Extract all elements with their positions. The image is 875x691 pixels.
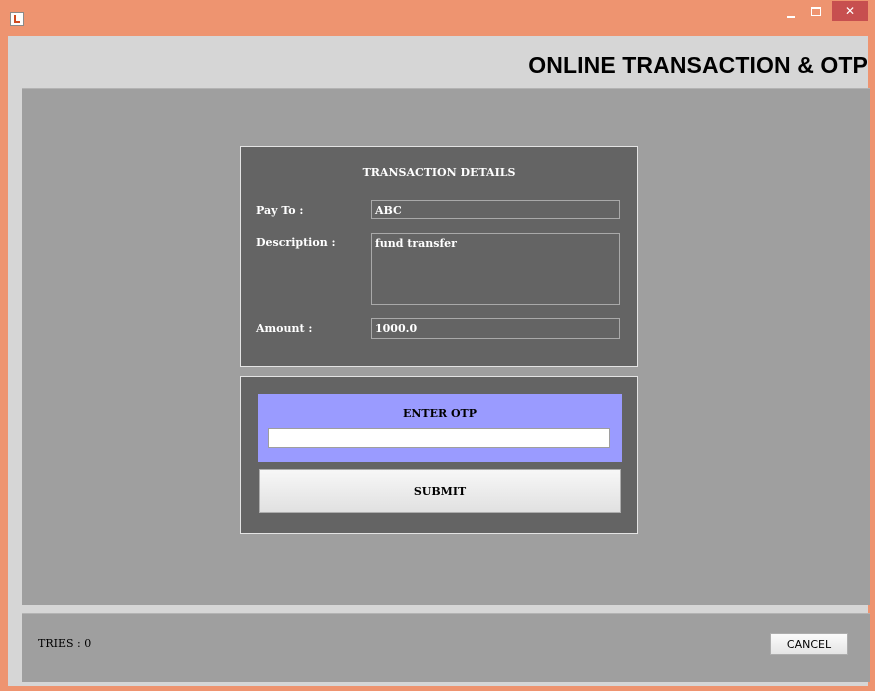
close-icon[interactable]: ✕ (832, 1, 868, 21)
app-window: ONLINE TRANSACTION & OTP TRANSACTION DET… (8, 36, 870, 686)
tries-counter: TRIES : 0 (38, 637, 92, 650)
otp-input[interactable] (268, 428, 610, 448)
title-bar: ✕ (0, 0, 875, 36)
main-panel: TRANSACTION DETAILS Pay To : ABC Descrip… (22, 88, 870, 605)
maximize-icon[interactable] (809, 6, 823, 20)
minimize-icon[interactable] (785, 6, 799, 20)
description-field[interactable]: fund transfer (371, 233, 620, 305)
pay-to-field[interactable]: ABC (371, 200, 620, 219)
java-app-icon[interactable] (10, 12, 24, 26)
otp-card: ENTER OTP SUBMIT (240, 376, 638, 534)
submit-button[interactable]: SUBMIT (259, 469, 621, 513)
page-title: ONLINE TRANSACTION & OTP (528, 52, 868, 78)
amount-field[interactable]: 1000.0 (371, 318, 620, 339)
transaction-details-card: TRANSACTION DETAILS Pay To : ABC Descrip… (240, 146, 638, 367)
status-panel: TRIES : 0 CANCEL (22, 613, 870, 682)
pay-to-label: Pay To : (256, 204, 304, 217)
otp-entry-area: ENTER OTP (258, 394, 622, 462)
otp-title: ENTER OTP (402, 407, 478, 420)
cancel-button[interactable]: CANCEL (770, 633, 848, 655)
transaction-details-title: TRANSACTION DETAILS (362, 166, 516, 179)
amount-label: Amount : (256, 322, 313, 335)
description-label: Description : (256, 236, 336, 249)
